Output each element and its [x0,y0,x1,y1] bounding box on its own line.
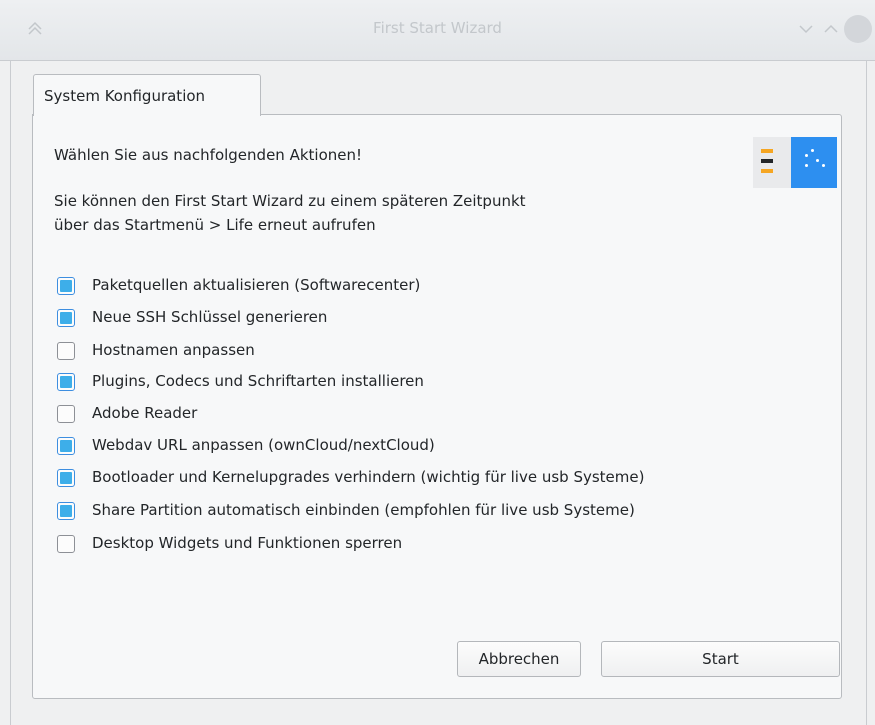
checkbox[interactable] [57,373,75,391]
option-label: Bootloader und Kernelupgrades verhindern… [92,468,645,486]
logo-dot [816,159,819,162]
window-title: First Start Wizard [373,19,502,37]
titlebar: First Start Wizard [0,0,875,61]
logo-dot [822,164,825,167]
maximize-icon[interactable] [820,18,842,40]
checkbox[interactable] [57,309,75,327]
option-label: Adobe Reader [92,404,198,422]
logo-dot [805,164,808,167]
info-text-line1: Sie können den First Start Wizard zu ein… [54,192,526,210]
logo-left-panel [753,137,791,188]
option-label: Webdav URL anpassen (ownCloud/nextCloud) [92,436,435,454]
checkbox[interactable] [57,277,75,295]
logo-bar [761,169,773,173]
wizard-window: First Start Wizard System Konfiguration … [0,0,875,725]
option-label: Paketquellen aktualisieren (Softwarecent… [92,276,421,294]
info-text-line2: über das Startmenü > Life erneut aufrufe… [54,216,376,234]
instructions-heading: Wählen Sie aus nachfolgenden Aktionen! [54,146,362,164]
logo-bar [761,159,773,163]
checkbox[interactable] [57,535,75,553]
checkbox[interactable] [57,469,75,487]
cancel-button[interactable]: Abbrechen [457,641,581,677]
option-label: Plugins, Codecs und Schriftarten install… [92,372,424,390]
option-label: Desktop Widgets und Funktionen sperren [92,534,403,552]
logo-dot [805,154,808,157]
tab-system-konfiguration[interactable]: System Konfiguration [33,74,261,116]
minimize-icon[interactable] [795,18,817,40]
checkbox[interactable] [57,405,75,423]
logo-bar [761,149,773,153]
close-icon[interactable] [844,15,872,43]
start-button[interactable]: Start [601,641,840,677]
checkbox[interactable] [57,437,75,455]
option-label: Hostnamen anpassen [92,341,255,359]
option-label: Neue SSH Schlüssel generieren [92,308,328,326]
logo-dot [811,149,814,152]
checkbox[interactable] [57,342,75,360]
tab-label: System Konfiguration [44,87,206,105]
option-label: Share Partition automatisch einbinden (e… [92,501,635,519]
checkbox[interactable] [57,502,75,520]
app-logo [753,137,837,188]
logo-right-panel [791,137,837,188]
tab-joint [34,113,258,116]
